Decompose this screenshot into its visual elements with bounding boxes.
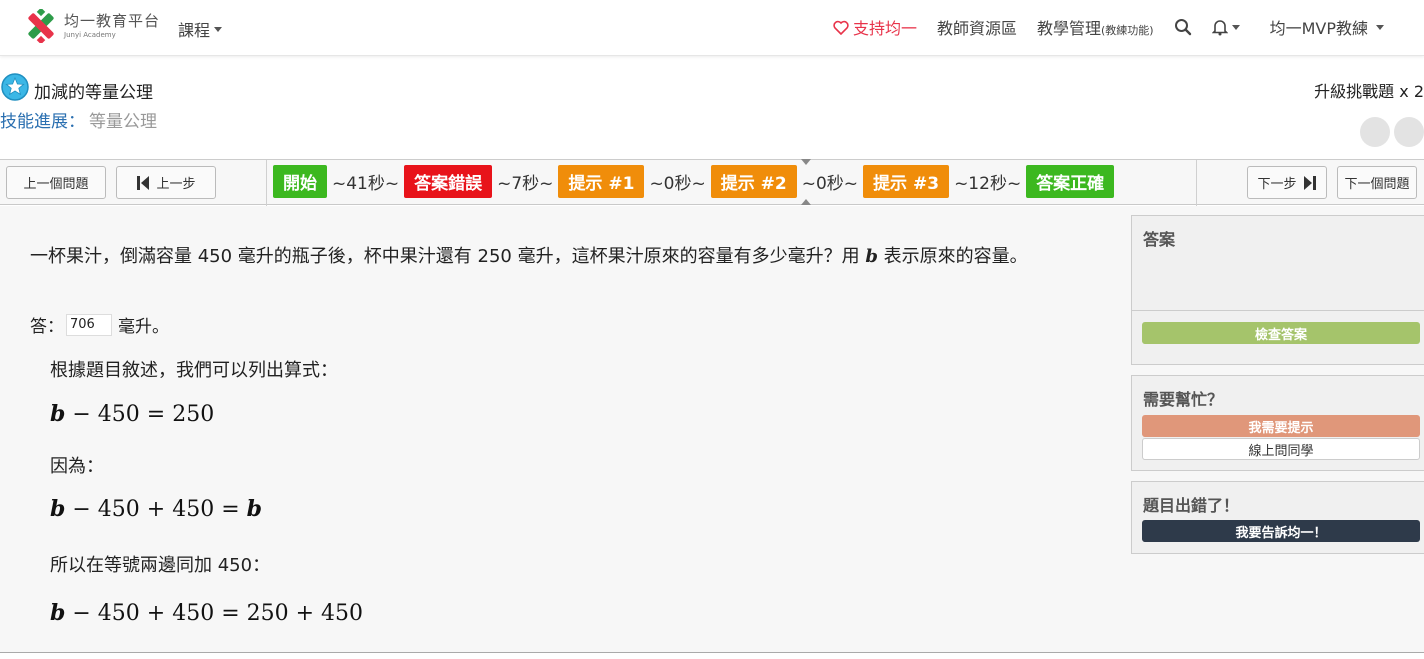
hint-equation-3: b − 450 + 450 = 250 + 450 — [50, 600, 363, 626]
next-step-label: 下一步 — [1257, 177, 1297, 192]
teaching-management-label: 教學管理 — [1036, 19, 1101, 38]
equation-variable: b — [50, 401, 66, 427]
timeline-gap: ~12秒~ — [954, 173, 1022, 194]
courses-menu[interactable]: 課程 — [178, 17, 223, 41]
teaching-management-link[interactable]: 教學管理(教練功能) — [1037, 15, 1154, 39]
logo-chinese-text: 均一教育平台 — [64, 11, 161, 30]
equation-text: − 450 + 450 = — [65, 497, 247, 522]
page-bottom-divider — [0, 652, 1424, 653]
support-link-label: 支持均一 — [852, 19, 917, 38]
teaching-management-note: (教練功能) — [1101, 24, 1154, 37]
skill-progress-label: 技能進展： — [0, 112, 85, 132]
chevron-down-icon — [1376, 24, 1384, 30]
help-panel-title: 需要幫忙？ — [1143, 390, 1224, 409]
request-hint-button[interactable]: 我需要提示 — [1142, 415, 1420, 437]
answer-input[interactable] — [66, 313, 112, 336]
help-panel: 需要幫忙？ 我需要提示 線上問同學 — [1131, 375, 1424, 471]
problem-timeline: 上一個問題 上一步 開始 ~41秒~ 答案錯誤 ~7秒~ 提示 #1 ~0秒~ … — [0, 159, 1424, 206]
bell-icon — [1211, 20, 1228, 36]
search-icon[interactable] — [1174, 18, 1192, 36]
problem-variable: b — [865, 246, 878, 267]
prev-step-label: 上一步 — [156, 177, 196, 192]
timeline-step-wrong[interactable]: 答案錯誤 — [404, 164, 493, 198]
timeline-divider — [266, 160, 267, 206]
timeline-step-hint-1[interactable]: 提示 #1 — [558, 164, 645, 198]
answer-prefix: 答： — [30, 317, 64, 337]
timeline-marker-bottom — [801, 199, 811, 205]
next-problem-button[interactable]: 下一個問題 — [1337, 166, 1417, 199]
problem-text-part: 一杯果汁，倒滿容量 450 毫升的瓶子後，杯中果汁還有 250 毫升，這杯果汁原… — [30, 246, 866, 267]
timeline-step-correct[interactable]: 答案正確 — [1026, 164, 1115, 198]
timeline-step-start[interactable]: 開始 — [273, 164, 327, 198]
ask-classmate-button[interactable]: 線上問同學 — [1142, 438, 1420, 460]
support-link[interactable]: 支持均一 — [833, 15, 917, 39]
equation-text: − 450 = 250 — [65, 402, 215, 427]
logo-english-text: Junyi Academy — [64, 30, 116, 39]
star-badge-icon — [1, 73, 29, 101]
notifications-menu[interactable] — [1211, 18, 1240, 36]
check-answer-button[interactable]: 檢查答案 — [1142, 322, 1420, 344]
next-step-button[interactable]: 下一步 — [1247, 166, 1327, 199]
progress-dot — [1394, 117, 1424, 147]
timeline-marker-top — [801, 159, 811, 165]
user-name: 均一MVP教練 — [1269, 19, 1368, 38]
progress-dots — [1356, 117, 1424, 147]
problem-text-part: 表示原來的容量。 — [877, 246, 1028, 267]
timeline-gap: ~41秒~ — [332, 173, 400, 194]
skip-forward-icon — [1303, 175, 1316, 190]
timeline-steps: 開始 ~41秒~ 答案錯誤 ~7秒~ 提示 #1 ~0秒~ 提示 #2 ~0秒~… — [273, 164, 1115, 198]
junyi-logo[interactable]: 均一教育平台 Junyi Academy — [24, 9, 160, 43]
answer-panel-title: 答案 — [1143, 230, 1176, 249]
equation-variable: b — [50, 496, 66, 522]
chevron-down-icon — [1231, 24, 1240, 30]
prev-problem-button[interactable]: 上一個問題 — [6, 166, 106, 199]
skip-back-icon — [137, 175, 150, 190]
hint-step-3: 所以在等號兩邊同加 450： — [50, 555, 271, 576]
hint-step-1: 根據題目敘述，我們可以列出算式： — [50, 360, 338, 381]
teacher-resources-link[interactable]: 教師資源區 — [937, 15, 1017, 39]
chevron-down-icon — [214, 26, 223, 32]
hint-step-2: 因為： — [50, 456, 104, 477]
progress-dot — [1360, 117, 1390, 147]
courses-menu-label: 課程 — [178, 21, 211, 40]
heart-icon — [833, 20, 849, 35]
answer-suffix: 毫升。 — [118, 317, 169, 337]
timeline-gap: ~0秒~ — [649, 173, 706, 194]
junyi-logo-icon — [28, 9, 54, 43]
answer-row: 答： 毫升。 — [30, 312, 169, 337]
timeline-step-hint-2[interactable]: 提示 #2 — [710, 164, 797, 198]
skill-title: 加減的等量公理 — [34, 83, 153, 103]
timeline-gap: ~0秒~ — [801, 173, 859, 194]
skill-progress-value[interactable]: 等量公理 — [89, 112, 157, 132]
timeline-step-hint-3[interactable]: 提示 #3 — [863, 164, 950, 198]
prev-step-button[interactable]: 上一步 — [116, 166, 216, 199]
hint-equation-2: b − 450 + 450 = b — [50, 496, 262, 522]
top-navbar: 均一教育平台 Junyi Academy 課程 支持均一 教師資源區 教學管理(… — [0, 0, 1424, 56]
hint-equation-1: b − 450 = 250 — [50, 401, 214, 427]
equation-variable: b — [50, 600, 66, 626]
equation-variable: b — [246, 496, 263, 522]
report-panel-title: 題目出錯了！ — [1143, 496, 1240, 515]
equation-text: − 450 + 450 = 250 + 450 — [65, 601, 364, 626]
report-panel: 題目出錯了！ 我要告訴均一！ — [1131, 481, 1424, 554]
timeline-divider — [1196, 160, 1197, 206]
timeline-gap: ~7秒~ — [497, 173, 554, 194]
report-problem-button[interactable]: 我要告訴均一！ — [1142, 520, 1420, 542]
panel-divider — [1132, 310, 1424, 311]
upgrade-challenge-count: 升級挑戰題 x 2 — [1314, 82, 1424, 101]
user-menu[interactable]: 均一MVP教練 — [1270, 15, 1384, 39]
skill-progress: 技能進展： 等量公理 — [0, 107, 157, 132]
problem-statement: 一杯果汁，倒滿容量 450 毫升的瓶子後，杯中果汁還有 250 毫升，這杯果汁原… — [30, 243, 1100, 270]
answer-panel: 答案 檢查答案 — [1131, 215, 1424, 365]
